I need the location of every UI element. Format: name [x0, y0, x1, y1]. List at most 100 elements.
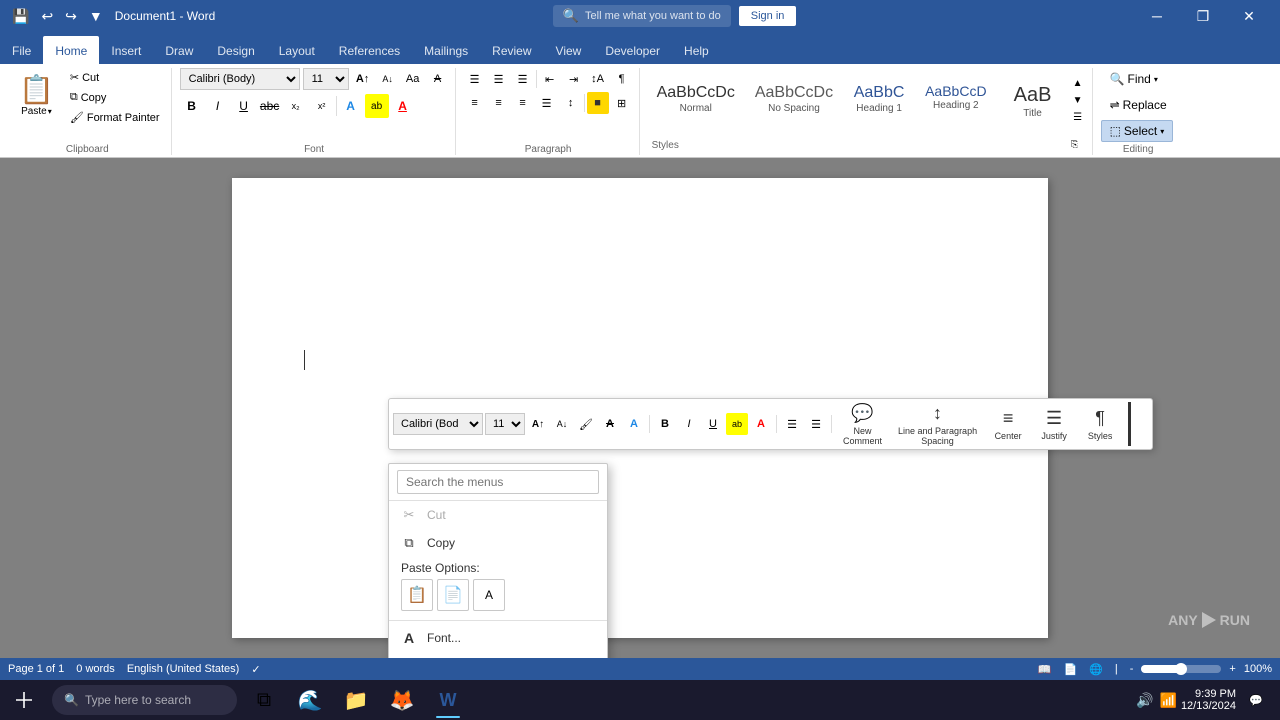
bold-button[interactable]: B — [180, 94, 204, 118]
select-button[interactable]: ⬚ Select ▾ — [1101, 120, 1174, 142]
clock[interactable]: 9:39 PM 12/13/2024 — [1181, 688, 1236, 712]
style-heading2[interactable]: AaBbCcD Heading 2 — [916, 79, 995, 123]
font-size-select[interactable]: 11 — [303, 68, 349, 90]
paste-icon-btn-3[interactable]: A — [473, 579, 505, 611]
paste-button[interactable]: 📋 Paste ▾ — [10, 68, 63, 142]
borders-button[interactable]: ⊞ — [611, 92, 633, 114]
mt-font-select[interactable]: Calibri (Bod — [393, 413, 483, 435]
bullets-button[interactable]: ☰ — [464, 68, 486, 90]
tab-insert[interactable]: Insert — [99, 36, 153, 64]
mt-bold-button[interactable]: B — [654, 413, 676, 435]
mt-bullets-button[interactable]: ☰ — [781, 413, 803, 435]
notification-button[interactable]: 💬 — [1240, 680, 1272, 720]
tab-layout[interactable]: Layout — [267, 36, 327, 64]
align-right-button[interactable]: ≡ — [512, 92, 534, 114]
find-button[interactable]: 🔍 Find ▾ — [1101, 68, 1167, 90]
styles-scroll-up[interactable]: ▲ — [1070, 76, 1086, 92]
mt-text-effects-button[interactable]: A — [623, 413, 645, 435]
decrease-indent-button[interactable]: ⇤ — [539, 68, 561, 90]
mt-highlight-button[interactable]: ab — [726, 413, 748, 435]
mt-format-painter-button[interactable]: 🖌 — [575, 413, 597, 435]
justify-button[interactable]: ☰ — [536, 92, 558, 114]
mt-new-comment-button[interactable]: 💬 NewComment — [836, 402, 889, 446]
align-center-button[interactable]: ≡ — [488, 92, 510, 114]
tab-view[interactable]: View — [544, 36, 594, 64]
strikethrough-button[interactable]: abc — [258, 94, 282, 118]
zoom-out-button[interactable]: - — [1126, 663, 1138, 675]
redo-button[interactable]: ↪ — [61, 6, 81, 27]
format-painter-button[interactable]: 🖌 Format Painter — [65, 108, 165, 127]
font-color-button[interactable]: A — [391, 94, 415, 118]
restore-button[interactable]: ❐ — [1180, 0, 1226, 32]
context-copy[interactable]: ⧉ Copy — [389, 529, 607, 557]
context-cut[interactable]: ✂ Cut — [389, 501, 607, 529]
highlight-button[interactable]: ab — [365, 94, 389, 118]
font-grow-button[interactable]: A↑ — [352, 68, 374, 90]
align-left-button[interactable]: ≡ — [464, 92, 486, 114]
sort-button[interactable]: ↕A — [587, 68, 609, 90]
tab-review[interactable]: Review — [480, 36, 543, 64]
font-name-select[interactable]: Calibri (Body) — [180, 68, 300, 90]
start-button[interactable] — [0, 680, 48, 720]
context-font[interactable]: A Font... — [389, 624, 607, 652]
style-title[interactable]: AaB Title — [998, 79, 1068, 123]
minimize-button[interactable]: ─ — [1134, 0, 1180, 32]
change-case-button[interactable]: Aa — [402, 68, 424, 90]
style-normal[interactable]: AaBbCcDc Normal — [648, 79, 744, 123]
mt-underline-button[interactable]: U — [702, 413, 724, 435]
mt-styles-button[interactable]: ¶ Styles — [1078, 402, 1122, 446]
increase-indent-button[interactable]: ⇥ — [563, 68, 585, 90]
line-spacing-button[interactable]: ↕ — [560, 92, 582, 114]
tab-home[interactable]: Home — [43, 36, 99, 64]
copy-button[interactable]: ⧉ Copy — [65, 88, 165, 107]
clear-format-button[interactable]: A — [427, 68, 449, 90]
multilevel-button[interactable]: ☰ — [512, 68, 534, 90]
tell-me-input[interactable]: Tell me what you want to do — [585, 10, 721, 22]
numbering-button[interactable]: ☰ — [488, 68, 510, 90]
read-mode-button[interactable]: 📖 — [1034, 663, 1056, 676]
explorer-button[interactable]: 📁 — [333, 680, 379, 720]
tab-file[interactable]: File — [0, 36, 43, 64]
italic-button[interactable]: I — [206, 94, 230, 118]
replace-button[interactable]: ⇌ Replace — [1101, 94, 1176, 116]
mt-size-select[interactable]: 11 — [485, 413, 525, 435]
style-heading1[interactable]: AaBbC Heading 1 — [844, 79, 914, 123]
mt-fontcolor-button[interactable]: A — [750, 413, 772, 435]
zoom-slider[interactable] — [1141, 665, 1221, 673]
tab-references[interactable]: References — [327, 36, 412, 64]
close-button[interactable]: ✕ — [1226, 0, 1272, 32]
word-button[interactable]: W — [425, 680, 471, 720]
tab-help[interactable]: Help — [672, 36, 721, 64]
print-layout-button[interactable]: 📄 — [1059, 663, 1081, 676]
taskbar-search-input[interactable] — [85, 693, 225, 707]
tab-draw[interactable]: Draw — [153, 36, 205, 64]
volume-icon[interactable]: 🔊 — [1136, 692, 1153, 709]
text-effects-button[interactable]: A — [339, 94, 363, 118]
undo-button[interactable]: ↩ — [37, 6, 57, 27]
mt-line-spacing-button[interactable]: ↕ Line and ParagraphSpacing — [891, 402, 984, 446]
font-shrink-button[interactable]: A↓ — [377, 68, 399, 90]
styles-expand[interactable]: ☰ — [1070, 110, 1086, 126]
zoom-thumb[interactable] — [1175, 663, 1187, 675]
styles-scroll-down[interactable]: ▼ — [1070, 93, 1086, 109]
save-button[interactable]: 💾 — [8, 6, 33, 27]
mt-shrink-button[interactable]: A↓ — [551, 413, 573, 435]
network-icon[interactable]: 📶 — [1160, 692, 1177, 709]
web-view-button[interactable]: 🌐 — [1085, 663, 1107, 676]
styles-dialog-button[interactable]: ⎘ — [1064, 133, 1086, 155]
mt-numbering-button[interactable]: ☰ — [805, 413, 827, 435]
edge-button[interactable]: 🌊 — [287, 680, 333, 720]
mt-italic-button[interactable]: I — [678, 413, 700, 435]
style-nospace[interactable]: AaBbCcDc No Spacing — [746, 79, 842, 123]
mt-center-button[interactable]: ≡ Center — [986, 402, 1030, 446]
customize-button[interactable]: ▼ — [85, 6, 107, 26]
show-hide-button[interactable]: ¶ — [611, 68, 633, 90]
mt-justify-button[interactable]: ☰ Justify — [1032, 402, 1076, 446]
context-paragraph[interactable]: ¶ Paragraph... — [389, 652, 607, 658]
subscript-button[interactable]: x₂ — [284, 94, 308, 118]
paste-icon-btn-1[interactable]: 📋 — [401, 579, 433, 611]
document-area[interactable]: Calibri (Bod 11 A↑ A↓ 🖌 A A B I U ab A ☰… — [0, 158, 1280, 658]
paste-icon-btn-2[interactable]: 📄 — [437, 579, 469, 611]
taskbar-search[interactable]: 🔍 — [52, 685, 237, 715]
taskview-button[interactable]: ⧉ — [241, 680, 287, 720]
